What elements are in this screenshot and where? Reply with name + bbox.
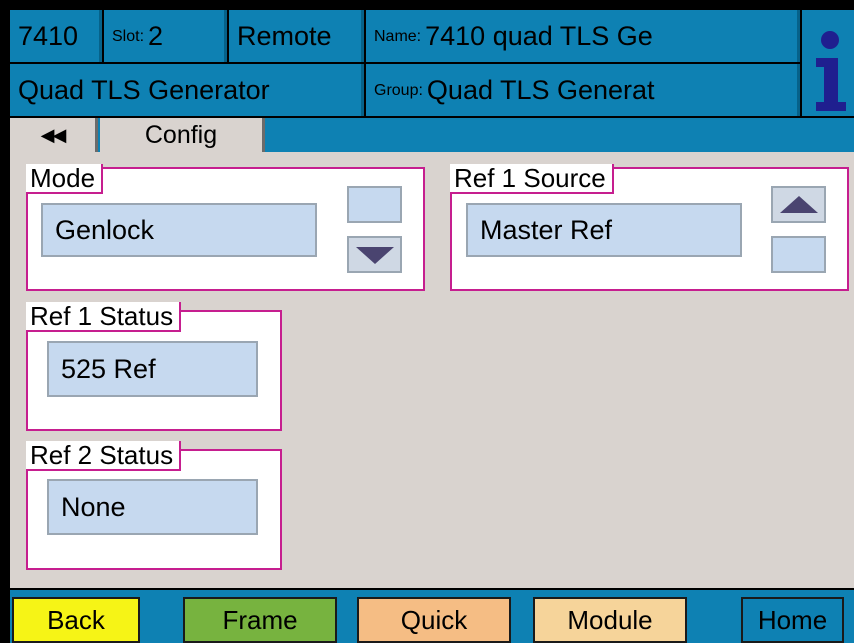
ref1-source-panel-title: Ref 1 Source xyxy=(450,164,614,194)
description-label: Quad TLS Generator xyxy=(18,74,270,105)
double-left-arrow-icon: ◀◀ xyxy=(40,124,67,145)
slot-value: 2 xyxy=(148,20,164,51)
home-button[interactable]: Home xyxy=(741,597,844,643)
ref1-status-value: 525 Ref xyxy=(61,353,156,384)
ref2-status-panel-title: Ref 2 Status xyxy=(26,441,182,471)
triangle-up-icon xyxy=(779,195,818,213)
module-button[interactable]: Module xyxy=(533,597,687,643)
ref2-status-value-field: None xyxy=(47,479,258,535)
name-value: 7410 quad TLS Ge xyxy=(425,20,653,51)
slot-label: Slot: xyxy=(112,28,145,45)
ref1-source-down-button[interactable] xyxy=(771,236,826,273)
ref1-source-up-button[interactable] xyxy=(771,186,826,223)
ref1-status-value-field: 525 Ref xyxy=(47,341,258,397)
slot-cell: Slot: 2 xyxy=(104,10,227,62)
mode-value-field[interactable]: Genlock xyxy=(41,203,317,257)
back-arrows-tab[interactable]: ◀◀ xyxy=(10,118,98,152)
triangle-down-icon xyxy=(355,246,394,264)
mode-down-button[interactable] xyxy=(347,236,402,273)
tab-config-label: Config xyxy=(144,120,218,149)
ref1-source-value: Master Ref xyxy=(480,214,613,245)
info-button[interactable] xyxy=(802,10,854,116)
info-icon xyxy=(816,31,846,111)
name-cell: Name: 7410 quad TLS Ge xyxy=(366,10,800,62)
name-label: Name: xyxy=(374,28,422,45)
group-cell: Group: Quad TLS Generat xyxy=(366,64,800,116)
ref1-source-value-field[interactable]: Master Ref xyxy=(466,203,742,257)
mode-up-button[interactable] xyxy=(347,186,402,223)
mode-value: Genlock xyxy=(55,214,155,245)
ref2-status-value: None xyxy=(61,491,126,522)
group-value: Quad TLS Generat xyxy=(426,74,655,105)
model-label: 7410 xyxy=(18,20,79,51)
mode-panel-title: Mode xyxy=(26,164,104,194)
back-button[interactable]: Back xyxy=(12,597,140,643)
frame-button[interactable]: Frame xyxy=(183,597,337,643)
model-cell: 7410 xyxy=(10,10,102,62)
remote-cell: Remote xyxy=(229,10,364,62)
description-cell: Quad TLS Generator xyxy=(10,64,364,116)
group-label: Group: xyxy=(374,82,423,99)
ref1-status-panel-title: Ref 1 Status xyxy=(26,302,182,332)
tab-config[interactable]: Config xyxy=(100,118,265,152)
quick-button[interactable]: Quick xyxy=(357,597,511,643)
remote-label: Remote xyxy=(237,20,332,51)
